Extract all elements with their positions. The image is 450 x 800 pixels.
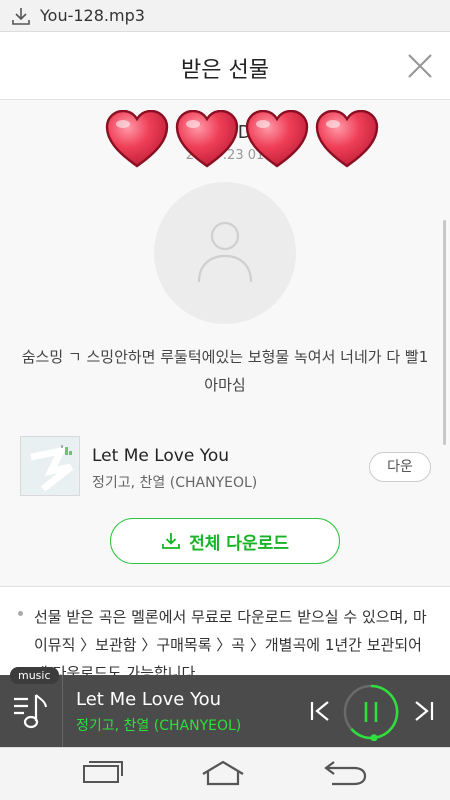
heart-icon	[175, 110, 239, 168]
download-icon	[12, 7, 30, 25]
download-filename: You-128.mp3	[40, 6, 145, 25]
gift-message: 숨스밍 ㄱ 스밍안하면 루둘턱에있는 보형물 녹여서 너네가 다 빨1아마심	[21, 348, 429, 394]
close-icon[interactable]	[404, 50, 436, 82]
player-song-title: Let Me Love You	[76, 689, 222, 710]
playlist-icon[interactable]	[12, 691, 52, 731]
heart-icon	[245, 110, 309, 168]
heart-stickers	[105, 110, 379, 168]
heart-icon	[105, 110, 169, 168]
song-row[interactable]: Let Me Love You 정기고, 찬열 (CHANYEOL) 다운	[20, 436, 435, 498]
scrollbar[interactable]	[443, 220, 446, 445]
gift-content[interactable]: n 별 D 2017 .23 01 숨스밍 ㄱ 스밍안하면 루둘턱에있는 보형물…	[0, 100, 450, 675]
back-icon[interactable]	[322, 758, 368, 788]
download-icon	[162, 533, 181, 549]
album-art	[20, 436, 80, 496]
download-all-label: 전체 다운로드	[189, 533, 289, 554]
previous-icon[interactable]	[306, 697, 334, 725]
header: 받은 선물	[0, 32, 450, 100]
download-all-button[interactable]: 전체 다운로드	[110, 518, 340, 564]
recent-apps-icon[interactable]	[80, 758, 126, 788]
next-icon[interactable]	[410, 697, 438, 725]
status-bar: You-128.mp3	[0, 0, 450, 32]
song-title: Let Me Love You	[92, 446, 230, 466]
notice-text: 선물 받은 곡은 멜론에서 무료로 다운로드 받으실 수 있으며, 마이뮤직 〉…	[34, 608, 427, 675]
sender-avatar	[154, 182, 296, 324]
player-song-artist: 정기고, 찬열 (CHANYEOL)	[76, 718, 242, 734]
music-tag: music	[10, 667, 59, 684]
divider	[62, 675, 63, 747]
mini-player[interactable]: music Let Me Love You 정기고, 찬열 (CHANYEOL)	[0, 667, 450, 747]
download-song-button[interactable]: 다운	[369, 452, 431, 482]
user-icon	[197, 221, 253, 283]
song-artist: 정기고, 찬열 (CHANYEOL)	[92, 475, 258, 491]
page-title: 받은 선물	[181, 58, 269, 83]
heart-icon	[315, 110, 379, 168]
system-nav-bar	[0, 747, 450, 800]
notice-section: 선물 받은 곡은 멜론에서 무료로 다운로드 받으실 수 있으며, 마이뮤직 〉…	[0, 587, 450, 675]
pause-icon[interactable]	[342, 683, 400, 741]
home-icon[interactable]	[200, 758, 246, 788]
bullet	[18, 611, 23, 616]
